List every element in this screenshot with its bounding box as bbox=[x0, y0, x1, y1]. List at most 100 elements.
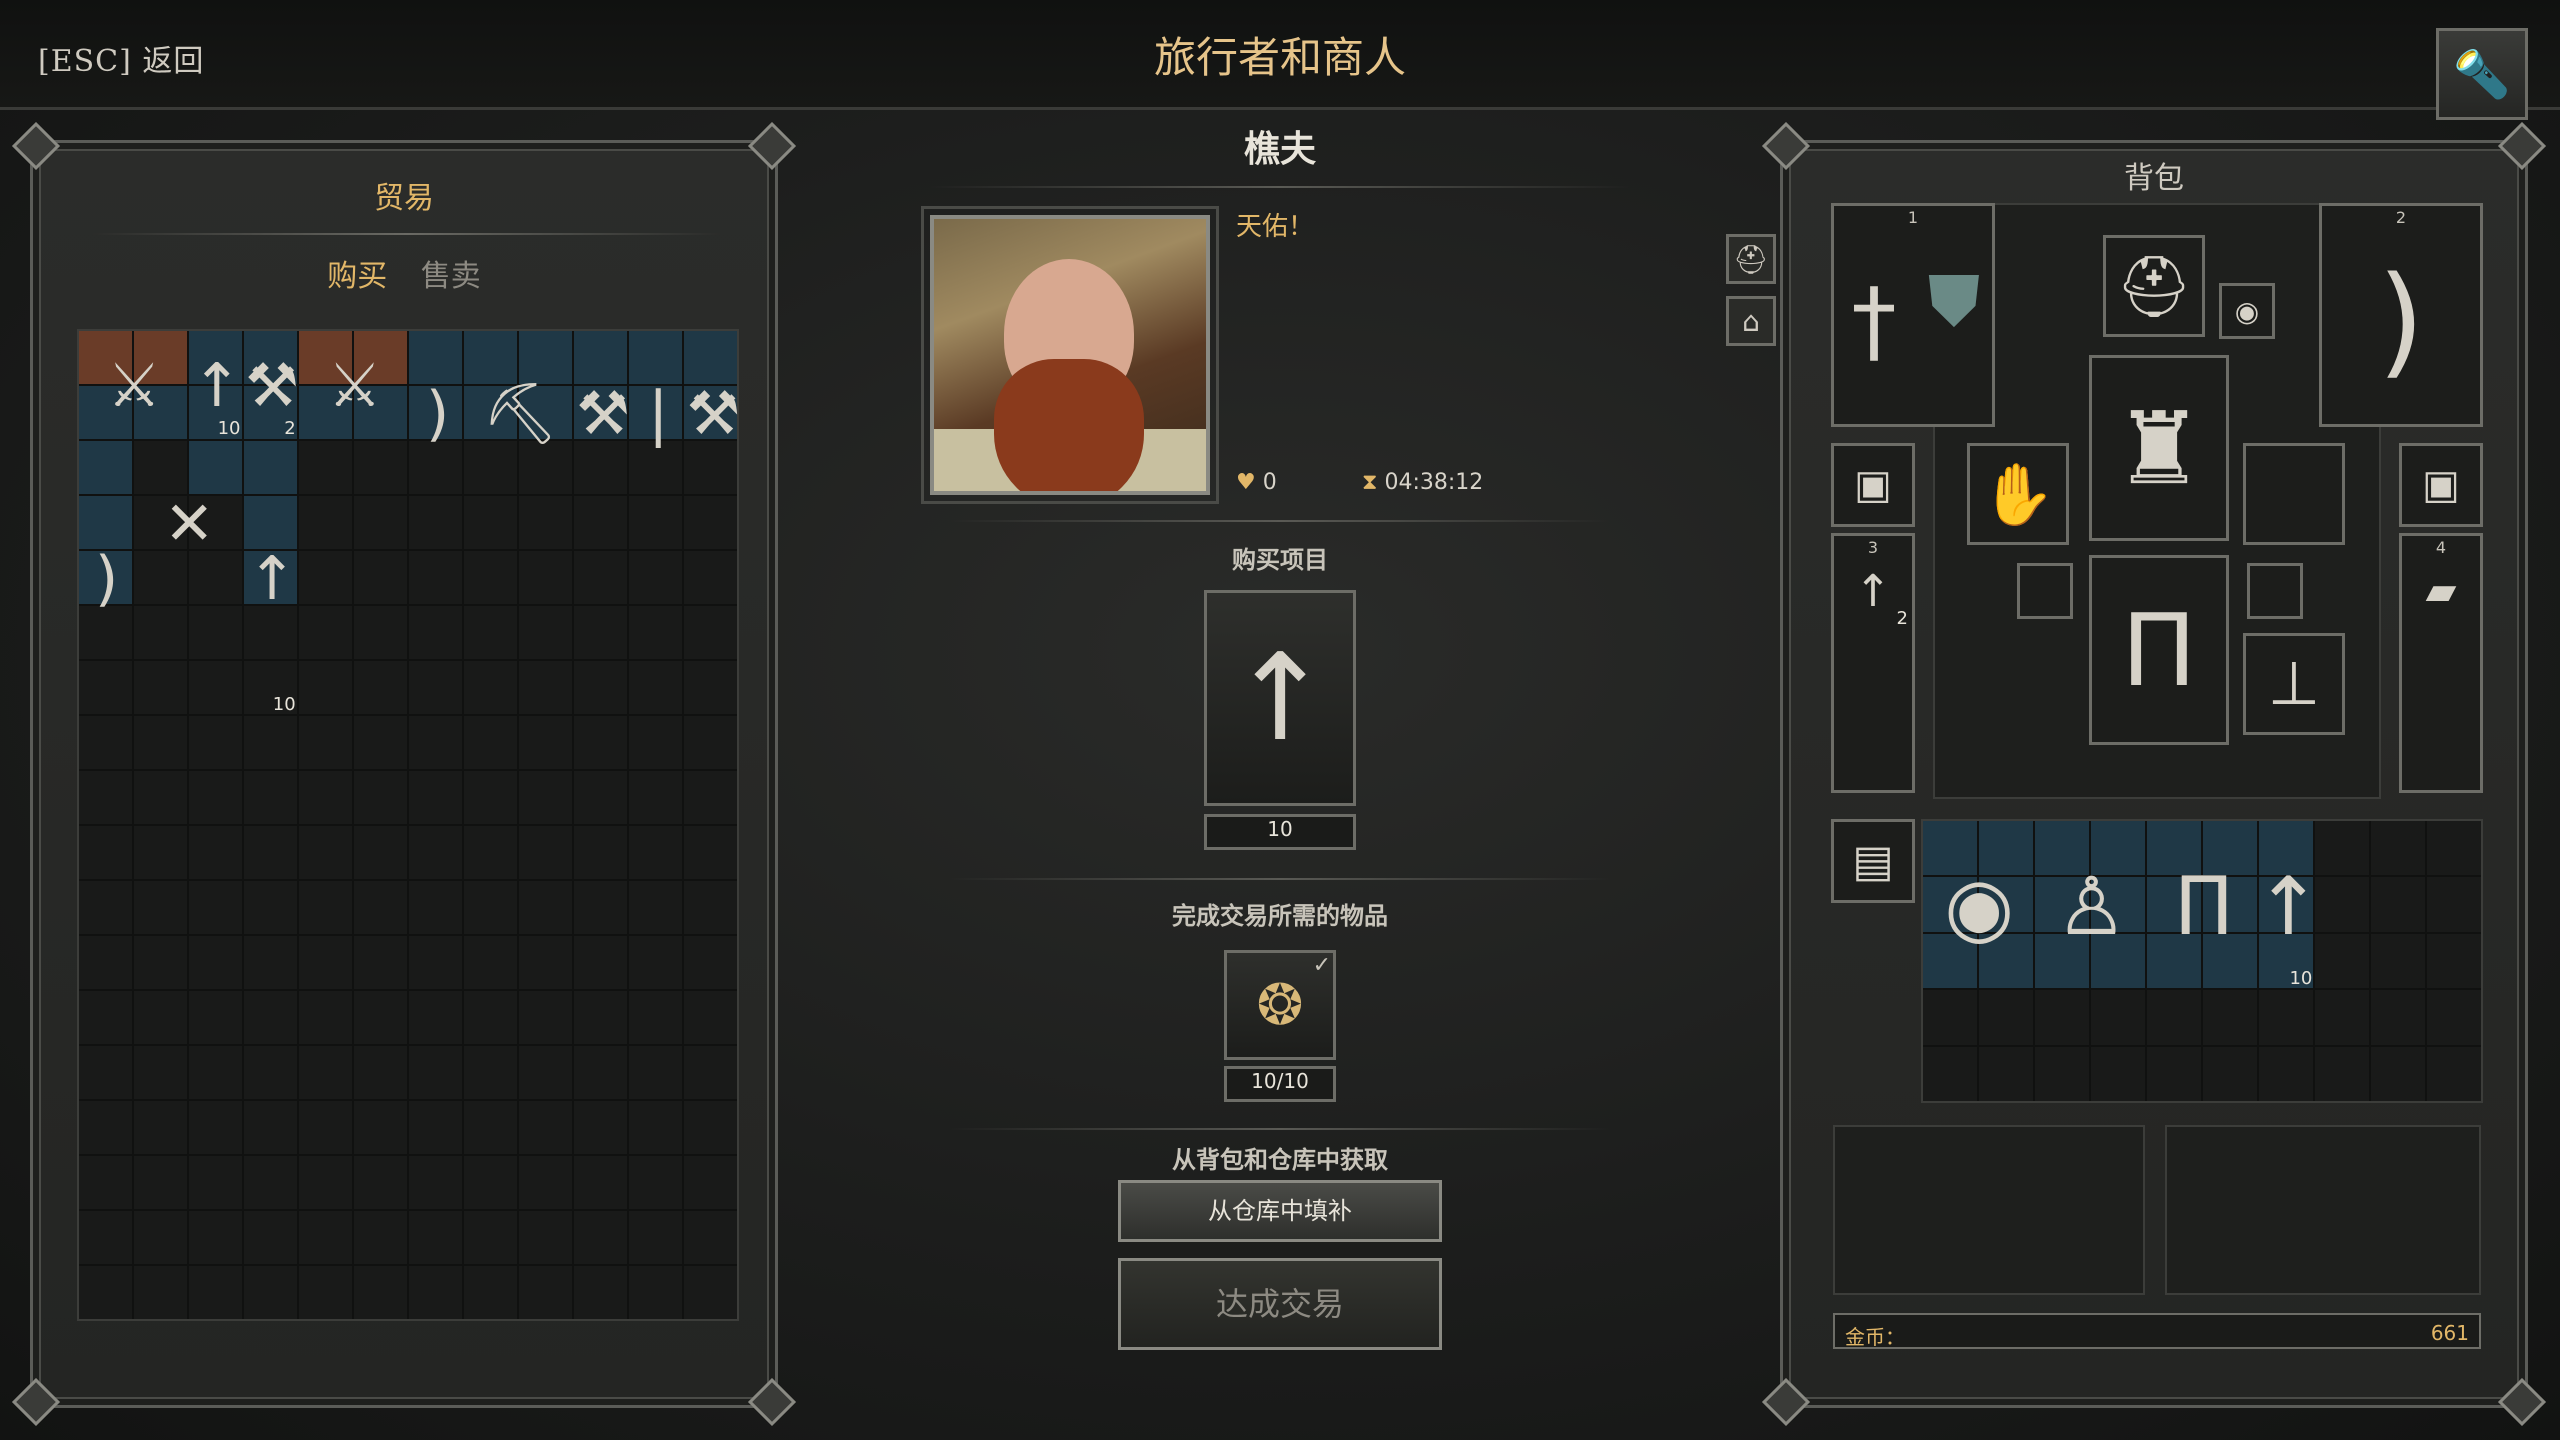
grid-cell[interactable] bbox=[79, 991, 132, 1044]
purchase-item-slot[interactable]: ↑ bbox=[1204, 590, 1356, 806]
grid-cell[interactable] bbox=[354, 1266, 407, 1319]
grid-cell[interactable] bbox=[409, 1211, 462, 1264]
storage-tab[interactable]: ⌂ bbox=[1726, 296, 1776, 346]
grid-cell[interactable] bbox=[79, 826, 132, 879]
grid-cell[interactable] bbox=[354, 661, 407, 714]
grid-cell[interactable] bbox=[464, 1211, 517, 1264]
required-item-slot[interactable]: ❂ ✓ bbox=[1224, 950, 1336, 1060]
grid-cell[interactable] bbox=[354, 1101, 407, 1154]
grid-cell[interactable] bbox=[189, 1211, 242, 1264]
grid-cell[interactable] bbox=[134, 1266, 187, 1319]
arrow-bundle-item[interactable]: ↑ 10 bbox=[189, 331, 244, 441]
grid-cell[interactable] bbox=[519, 826, 572, 879]
bag-grid-cell[interactable] bbox=[2371, 821, 2425, 876]
grid-cell[interactable] bbox=[244, 1211, 297, 1264]
grid-cell[interactable] bbox=[189, 936, 242, 989]
grid-cell[interactable] bbox=[134, 1046, 187, 1099]
grid-cell[interactable] bbox=[79, 1046, 132, 1099]
grid-cell[interactable] bbox=[629, 991, 682, 1044]
grid-cell[interactable] bbox=[79, 1156, 132, 1209]
bag-slot[interactable]: ▤ bbox=[1831, 819, 1915, 903]
fill-from-storage-button[interactable]: 从仓库中填补 bbox=[1118, 1180, 1442, 1242]
grid-cell[interactable] bbox=[464, 826, 517, 879]
grid-cell[interactable] bbox=[244, 881, 297, 934]
grid-cell[interactable] bbox=[134, 991, 187, 1044]
grid-cell[interactable] bbox=[189, 1266, 242, 1319]
grid-cell[interactable] bbox=[244, 771, 297, 824]
grid-cell[interactable] bbox=[299, 1101, 352, 1154]
grid-cell[interactable] bbox=[684, 826, 737, 879]
grid-cell[interactable] bbox=[354, 881, 407, 934]
helmet-slot[interactable]: ⛑ bbox=[2103, 235, 2205, 337]
trousers-item[interactable]: Π bbox=[2148, 821, 2260, 991]
grid-cell[interactable] bbox=[574, 661, 627, 714]
grid-cell[interactable] bbox=[79, 1101, 132, 1154]
grid-cell[interactable] bbox=[409, 606, 462, 659]
belt-slot-right[interactable]: ▣ bbox=[2399, 443, 2483, 527]
grid-cell[interactable] bbox=[574, 716, 627, 769]
grid-cell[interactable] bbox=[519, 991, 572, 1044]
quiver-slot-4[interactable]: 4 ▰ bbox=[2399, 533, 2483, 793]
grid-cell[interactable] bbox=[244, 826, 297, 879]
grid-cell[interactable] bbox=[464, 1156, 517, 1209]
grid-cell[interactable] bbox=[519, 1266, 572, 1319]
grid-cell[interactable] bbox=[409, 991, 462, 1044]
grid-cell[interactable] bbox=[189, 771, 242, 824]
grid-cell[interactable] bbox=[684, 496, 737, 549]
grid-cell[interactable] bbox=[354, 496, 407, 549]
grid-cell[interactable] bbox=[409, 771, 462, 824]
grid-cell[interactable] bbox=[409, 1156, 462, 1209]
grid-cell[interactable] bbox=[299, 826, 352, 879]
tab-sell[interactable]: 售卖 bbox=[421, 251, 481, 295]
grid-cell[interactable] bbox=[79, 716, 132, 769]
back-button[interactable]: [ESC] 返回 bbox=[38, 36, 204, 80]
grid-cell[interactable] bbox=[574, 1101, 627, 1154]
grid-cell[interactable] bbox=[629, 1101, 682, 1154]
amulet-slot[interactable]: ◉ bbox=[2219, 283, 2275, 339]
grid-cell[interactable] bbox=[134, 881, 187, 934]
grid-cell[interactable] bbox=[409, 551, 462, 604]
grid-cell[interactable] bbox=[354, 441, 407, 494]
grid-cell[interactable] bbox=[574, 881, 627, 934]
grid-cell[interactable] bbox=[189, 606, 242, 659]
grid-cell[interactable] bbox=[574, 1211, 627, 1264]
grid-cell[interactable] bbox=[244, 1046, 297, 1099]
grid-cell[interactable] bbox=[629, 1046, 682, 1099]
bag-grid-cell[interactable] bbox=[2259, 990, 2313, 1045]
grid-cell[interactable] bbox=[299, 496, 352, 549]
grid-cell[interactable] bbox=[244, 1101, 297, 1154]
weapon-slot-1[interactable]: 1 † ⛊ bbox=[1831, 203, 1995, 427]
grid-cell[interactable] bbox=[574, 1156, 627, 1209]
grid-cell[interactable] bbox=[189, 881, 242, 934]
grid-cell[interactable] bbox=[134, 661, 187, 714]
grid-cell[interactable] bbox=[189, 1101, 242, 1154]
grid-cell[interactable] bbox=[354, 991, 407, 1044]
grid-cell[interactable] bbox=[409, 1101, 462, 1154]
grid-cell[interactable] bbox=[244, 1156, 297, 1209]
weapon-slot-2[interactable]: 2 ) bbox=[2319, 203, 2483, 427]
grid-cell[interactable] bbox=[684, 1156, 737, 1209]
grid-cell[interactable] bbox=[354, 716, 407, 769]
grid-cell[interactable] bbox=[629, 1266, 682, 1319]
grid-cell[interactable] bbox=[299, 1046, 352, 1099]
grid-cell[interactable] bbox=[629, 1211, 682, 1264]
grid-cell[interactable] bbox=[519, 551, 572, 604]
belt-slot-left[interactable]: ▣ bbox=[1831, 443, 1915, 527]
quiver-slot-3[interactable]: 3 ↑ 2 bbox=[1831, 533, 1915, 793]
grid-cell[interactable] bbox=[189, 661, 242, 714]
bag-grid-cell[interactable] bbox=[2427, 990, 2481, 1045]
bag-grid-cell[interactable] bbox=[2315, 821, 2369, 876]
grid-cell[interactable] bbox=[519, 881, 572, 934]
grid-cell[interactable] bbox=[189, 991, 242, 1044]
bag-grid-cell[interactable] bbox=[1923, 990, 1977, 1045]
grid-cell[interactable] bbox=[354, 606, 407, 659]
accessory-slot[interactable] bbox=[2243, 443, 2345, 545]
grid-cell[interactable] bbox=[574, 496, 627, 549]
grid-cell[interactable] bbox=[684, 991, 737, 1044]
grid-cell[interactable] bbox=[464, 661, 517, 714]
grid-cell[interactable] bbox=[629, 606, 682, 659]
grid-cell[interactable] bbox=[299, 716, 352, 769]
grid-cell[interactable] bbox=[519, 716, 572, 769]
arrows-item[interactable]: ↑ 10 bbox=[245, 441, 300, 717]
grid-cell[interactable] bbox=[189, 1156, 242, 1209]
